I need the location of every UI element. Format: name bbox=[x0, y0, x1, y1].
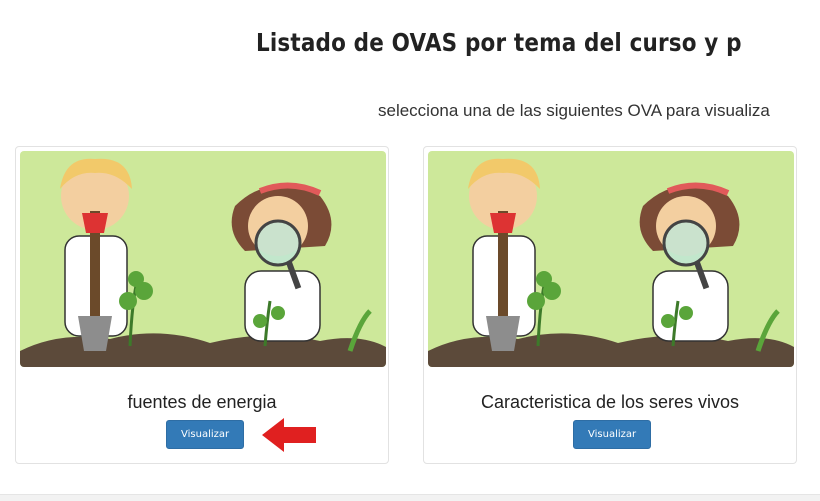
ova-card: Caracteristica de los seres vivos Visual… bbox=[423, 146, 797, 464]
page-subtitle: selecciona una de las siguientes OVA par… bbox=[378, 101, 770, 120]
ova-card-title: Caracteristica de los seres vivos bbox=[480, 392, 740, 412]
visualizar-button[interactable]: Visualizar bbox=[573, 420, 652, 449]
ova-thumbnail-image bbox=[428, 151, 794, 367]
red-arrow-left-icon bbox=[262, 418, 318, 457]
ova-card-title: fuentes de energia bbox=[127, 392, 277, 412]
ova-thumbnail-image bbox=[20, 151, 386, 367]
page-title: Listado de OVAS por tema del curso y per… bbox=[256, 28, 742, 57]
visualizar-button[interactable]: Visualizar bbox=[166, 420, 245, 449]
ova-card: fuentes de energia Visualizar bbox=[15, 146, 389, 464]
